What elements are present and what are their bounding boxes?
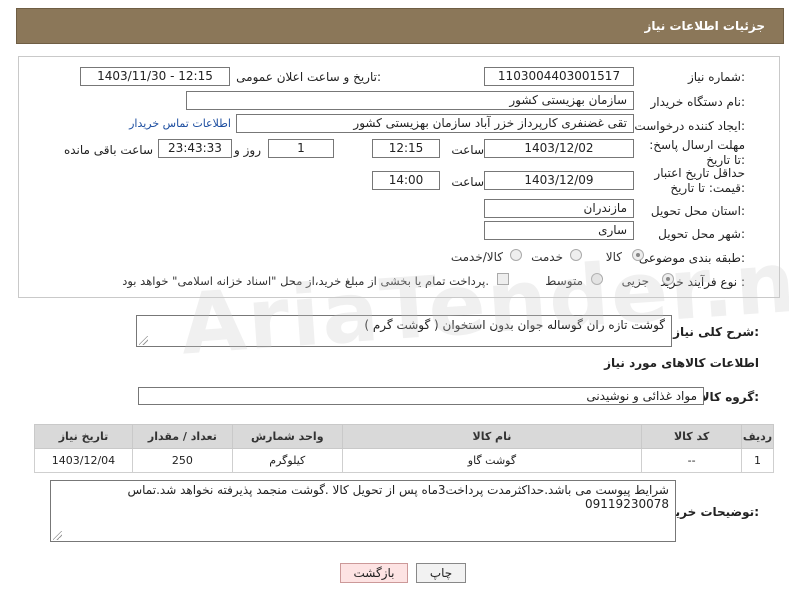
col-quantity: تعداد / مقدار bbox=[131, 424, 233, 449]
resize-handle-icon[interactable] bbox=[53, 531, 62, 540]
validity-label: حداقل تاریخ اعتبار قیمت: تا تاریخ: bbox=[654, 166, 745, 195]
category-both-radio[interactable] bbox=[510, 249, 522, 261]
cell-item-code: -- bbox=[641, 448, 743, 473]
process-minor-label: جزیی bbox=[621, 274, 649, 288]
col-need-date: تاریخ نیاز bbox=[34, 424, 133, 449]
category-goods-radio[interactable] bbox=[632, 249, 644, 261]
page-title: جزئیات اطلاعات نیاز bbox=[644, 19, 765, 33]
process-medium-label: متوسط bbox=[545, 274, 583, 288]
need-number-label: شماره نیاز: bbox=[687, 70, 745, 84]
announce-date-field[interactable]: 1403/11/30 - 12:15 bbox=[80, 67, 230, 86]
validity-date-field[interactable]: 1403/12/09 bbox=[484, 171, 634, 190]
remaining-time-label: ساعت باقی مانده bbox=[63, 143, 153, 157]
col-row-number: ردیف bbox=[741, 424, 774, 449]
process-minor-radio[interactable] bbox=[662, 273, 674, 285]
summary-label: شرح کلی نیاز: bbox=[673, 325, 759, 339]
validity-time-label: ساعت bbox=[451, 175, 484, 189]
need-number-field[interactable]: 1103004403001517 bbox=[484, 67, 634, 86]
print-button[interactable]: چاپ bbox=[416, 563, 466, 583]
col-unit: واحد شمارش bbox=[231, 424, 343, 449]
cell-unit: کیلوگرم bbox=[231, 448, 343, 473]
page-header: جزئیات اطلاعات نیاز bbox=[16, 8, 784, 44]
announce-date-label: تاریخ و ساعت اعلان عمومی: bbox=[236, 70, 381, 84]
goods-table: ردیف کد کالا نام کالا واحد شمارش تعداد /… bbox=[34, 424, 774, 473]
deadline-date-field[interactable]: 1403/12/02 bbox=[484, 139, 634, 158]
cell-row-number: 1 bbox=[741, 448, 774, 473]
cell-need-date: 1403/12/04 bbox=[34, 448, 133, 473]
requester-label: ایجاد کننده درخواست: bbox=[634, 119, 745, 133]
cell-item-name: گوشت گاو bbox=[341, 448, 643, 473]
process-medium-radio[interactable] bbox=[591, 273, 603, 285]
category-service-radio[interactable] bbox=[570, 249, 582, 261]
summary-textarea[interactable]: گوشت تازه ران گوساله جوان بدون استخوان (… bbox=[136, 315, 672, 347]
validity-time-field[interactable]: 14:00 bbox=[372, 171, 440, 190]
remaining-time-field[interactable]: 23:43:33 bbox=[158, 139, 232, 158]
deadline-time-field[interactable]: 12:15 bbox=[372, 139, 440, 158]
buyer-notes-text: شرایط پیوست می باشد.حداکثرمدت پرداخت3ماه… bbox=[127, 483, 670, 511]
summary-text: گوشت تازه ران گوساله جوان بدون استخوان (… bbox=[364, 318, 665, 332]
buyer-org-field[interactable]: سازمان بهزیستی کشور bbox=[186, 91, 634, 110]
col-item-code: کد کالا bbox=[641, 424, 743, 449]
city-label: شهر محل تحویل: bbox=[658, 227, 745, 241]
goods-group-label: گروه کالا: bbox=[700, 390, 759, 404]
buyer-org-label: نام دستگاه خریدار: bbox=[650, 95, 746, 109]
deadline-time-label: ساعت bbox=[451, 143, 484, 157]
category-service-label: خدمت bbox=[531, 250, 563, 264]
deadline-label: مهلت ارسال پاسخ: تا تاریخ: bbox=[649, 138, 745, 167]
buyer-notes-textarea[interactable]: شرایط پیوست می باشد.حداکثرمدت پرداخت3ماه… bbox=[50, 480, 676, 542]
treasury-payment-note: پرداخت تمام یا بخشی از مبلغ خرید،از محل … bbox=[122, 274, 489, 288]
goods-section-title: اطلاعات کالاهای مورد نیاز bbox=[604, 356, 759, 370]
back-button[interactable]: بازگشت bbox=[340, 563, 408, 583]
days-remaining-field[interactable]: 1 bbox=[268, 139, 334, 158]
cell-quantity: 250 bbox=[131, 448, 233, 473]
category-both-label: کالا/خدمت bbox=[450, 250, 503, 264]
table-row: 1 -- گوشت گاو کیلوگرم 250 1403/12/04 bbox=[34, 448, 774, 473]
goods-group-field[interactable]: مواد غذائی و نوشیدنی bbox=[138, 387, 704, 405]
treasury-payment-checkbox[interactable] bbox=[497, 273, 509, 285]
col-item-name: نام کالا bbox=[341, 424, 643, 449]
goods-table-header: ردیف کد کالا نام کالا واحد شمارش تعداد /… bbox=[34, 424, 774, 449]
buyer-contact-link[interactable]: اطلاعات تماس خریدار bbox=[129, 117, 231, 130]
category-label: طبقه بندی موضوعی: bbox=[638, 251, 745, 265]
resize-handle-icon[interactable] bbox=[139, 336, 148, 345]
province-label: استان محل تحویل: bbox=[650, 204, 745, 218]
category-goods-label: کالا bbox=[605, 250, 622, 264]
days-label: روز و bbox=[234, 143, 261, 157]
city-field[interactable]: ساری bbox=[484, 221, 634, 240]
province-field[interactable]: مازندران bbox=[484, 199, 634, 218]
requester-field[interactable]: تقی غضنفری کارپرداز خزر آباد سازمان بهزی… bbox=[236, 114, 634, 133]
